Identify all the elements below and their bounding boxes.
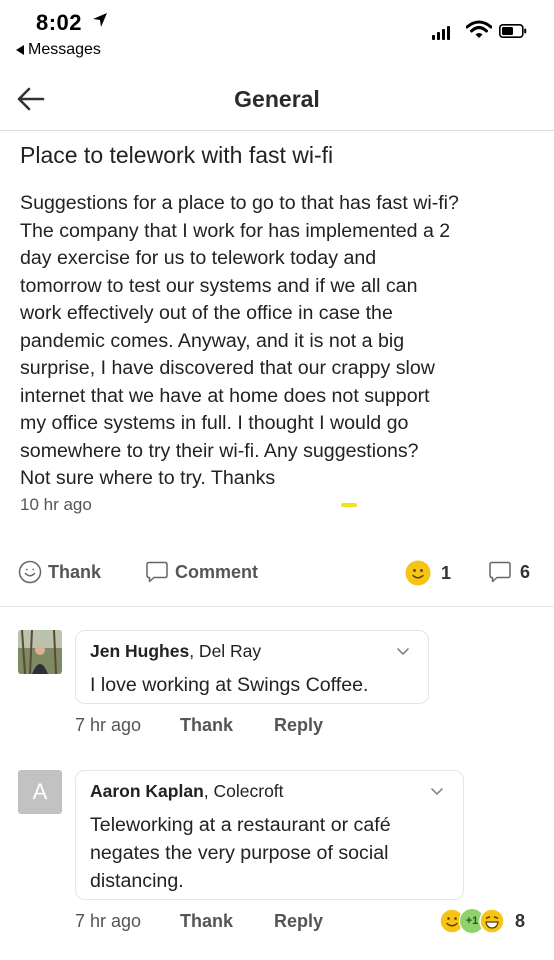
back-to-messages-label: Messages bbox=[28, 41, 101, 58]
comment-author-name: Jen Hughes bbox=[90, 641, 190, 661]
post-title: Place to telework with fast wi-fi bbox=[20, 142, 334, 168]
post-body: Suggestions for a place to go to that ha… bbox=[20, 192, 459, 489]
yellow-mark bbox=[341, 503, 357, 507]
comment-reaction-count: 8 bbox=[515, 910, 526, 931]
page-title: General bbox=[234, 86, 320, 112]
comment-text: I love working at Swings Coffee. bbox=[90, 674, 369, 696]
comment-count-icon bbox=[489, 561, 511, 583]
comment-reply-button[interactable]: Reply bbox=[274, 911, 323, 932]
chevron-down-icon[interactable] bbox=[430, 787, 444, 797]
post-reaction-count: 1 bbox=[441, 562, 452, 583]
comment-label: Comment bbox=[175, 561, 259, 582]
comment-author[interactable]: Aaron Kaplan, Colecroft bbox=[90, 781, 284, 802]
comment-timestamp: 7 hr ago bbox=[75, 715, 142, 735]
post-comment-count[interactable]: 6 bbox=[488, 560, 530, 584]
avatar-photo bbox=[18, 630, 62, 674]
post-reactions[interactable]: 1 bbox=[405, 560, 451, 586]
comment-bubble-icon bbox=[146, 561, 168, 583]
comment-bubble: Aaron Kaplan, Colecroft Teleworking at a… bbox=[75, 770, 464, 900]
thank-button[interactable]: Thank bbox=[18, 560, 101, 584]
avatar-jen-hughes[interactable] bbox=[18, 630, 62, 674]
location-arrow-icon bbox=[93, 13, 107, 27]
comment-count-value: 6 bbox=[520, 561, 531, 582]
comment-bubble: Jen Hughes, Del Ray I love working at Sw… bbox=[75, 630, 429, 704]
comment-timestamp: 7 hr ago bbox=[75, 911, 142, 931]
laughing-emoji-icon bbox=[479, 908, 505, 934]
comment-reply-button[interactable]: Reply bbox=[274, 715, 323, 736]
signal-icon bbox=[432, 26, 450, 40]
avatar-letter: A bbox=[32, 779, 48, 804]
header-divider bbox=[0, 130, 554, 131]
post-timestamp: 10 hr ago bbox=[20, 495, 92, 514]
battery-icon bbox=[499, 24, 527, 38]
status-time: 8:02 bbox=[36, 10, 83, 35]
thank-label: Thank bbox=[48, 561, 102, 582]
comment-author[interactable]: Jen Hughes, Del Ray bbox=[90, 641, 261, 662]
comment-text: Teleworking at a restaurant or café nega… bbox=[90, 814, 391, 892]
smiley-outline-icon bbox=[18, 560, 42, 584]
comment-thank-button[interactable]: Thank bbox=[180, 911, 233, 932]
plus-one-label: +1 bbox=[465, 915, 479, 927]
actions-divider bbox=[0, 606, 554, 607]
comment-button[interactable]: Comment bbox=[145, 560, 258, 584]
back-triangle-icon bbox=[16, 45, 24, 55]
smiley-emoji-icon bbox=[405, 560, 431, 586]
wifi-icon bbox=[466, 20, 492, 38]
comment-author-name: Aaron Kaplan bbox=[90, 781, 204, 801]
comment-thank-button[interactable]: Thank bbox=[180, 715, 233, 736]
comment-author-location: , Del Ray bbox=[189, 641, 262, 661]
comment-reactions[interactable]: +1 8 bbox=[439, 908, 525, 934]
comment-author-location: , Colecroft bbox=[203, 781, 284, 801]
chevron-down-icon[interactable] bbox=[396, 647, 410, 657]
back-to-messages[interactable]: Messages bbox=[16, 41, 101, 59]
avatar-aaron-kaplan[interactable]: A bbox=[18, 770, 62, 814]
